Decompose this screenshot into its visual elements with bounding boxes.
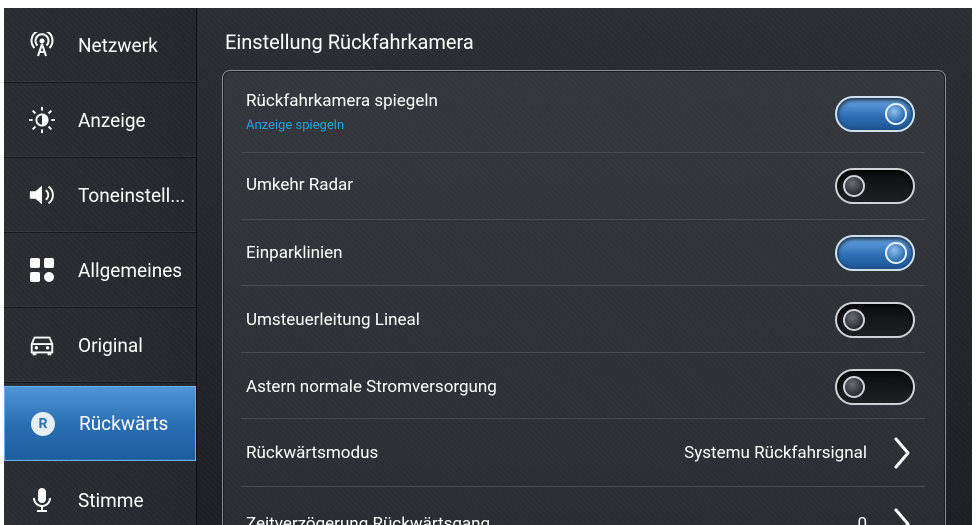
setting-row-mirror-camera[interactable]: Rückfahrkamera spiegeln Anzeige spiegeln [241, 73, 925, 153]
setting-subtitle: Anzeige spiegeln [246, 118, 345, 133]
toggle-knob [843, 376, 865, 398]
sidebar-item-allgemeines[interactable]: Allgemeines [4, 233, 196, 308]
setting-row-reverse-delay[interactable]: Zeitverzögerung Rückwärtsgang 0 [241, 487, 925, 525]
toggle-switch-off[interactable] [835, 168, 915, 204]
sidebar-item-rueckwaerts[interactable]: R Rückwärts [4, 386, 196, 461]
sidebar-item-original[interactable]: Original [4, 308, 196, 383]
sidebar-item-stimme[interactable]: Stimme [4, 463, 196, 525]
setting-row-reverse-mode[interactable]: Rückwärtsmodus Systemu Rückfahrsignal [241, 419, 925, 487]
setting-value: Systemu Rückfahrsignal [684, 443, 867, 463]
microphone-icon [28, 486, 56, 514]
setting-title: Zeitverzögerung Rückwärtsgang [246, 514, 491, 525]
setting-title: Einparklinien [246, 243, 343, 263]
chevron-right-icon[interactable] [891, 436, 913, 470]
toggle-switch-off[interactable] [835, 369, 915, 405]
setting-row-reverse-radar[interactable]: Umkehr Radar [241, 153, 925, 220]
toggle-knob [885, 242, 907, 264]
setting-row-power-supply[interactable]: Astern normale Stromversorgung [241, 353, 925, 419]
toggle-knob [843, 309, 865, 331]
setting-title: Umsteuerleitung Lineal [246, 310, 420, 330]
setting-row-parking-lines[interactable]: Einparklinien [241, 220, 925, 286]
setting-title: Umkehr Radar [246, 175, 354, 195]
sidebar-item-label: Allgemeines [78, 258, 183, 282]
sidebar-item-label: Toneinstell... [78, 183, 186, 207]
settings-panel: Rückfahrkamera spiegeln Anzeige spiegeln… [222, 70, 946, 525]
sidebar-item-label: Stimme [78, 488, 144, 512]
sidebar-item-toneinstellungen[interactable]: Toneinstell... [4, 158, 196, 233]
toggle-knob [885, 103, 907, 125]
sidebar-item-label: Netzwerk [78, 33, 158, 57]
sidebar-item-label: Anzeige [78, 108, 146, 132]
brightness-icon [28, 106, 56, 134]
toggle-switch-on[interactable] [835, 235, 915, 271]
toggle-switch-on[interactable] [835, 96, 915, 132]
sidebar-item-netzwerk[interactable]: Netzwerk [4, 8, 196, 83]
setting-value: 0 [857, 514, 867, 525]
toggle-switch-off[interactable] [835, 302, 915, 338]
reverse-r-icon: R [29, 410, 57, 438]
page-title: Einstellung Rückfahrkamera [225, 30, 474, 54]
setting-title: Rückwärtsmodus [246, 443, 379, 463]
sidebar-item-anzeige[interactable]: Anzeige [4, 83, 196, 158]
speaker-icon [28, 181, 56, 209]
sidebar-item-label: Rückwärts [79, 412, 169, 435]
car-icon [28, 331, 56, 359]
toggle-knob [843, 175, 865, 197]
chevron-right-icon[interactable] [891, 507, 913, 525]
setting-title: Rückfahrkamera spiegeln [246, 91, 438, 111]
apps-grid-icon [28, 256, 56, 284]
sidebar-item-label: Original [78, 333, 143, 357]
setting-row-reverse-ruler[interactable]: Umsteuerleitung Lineal [241, 286, 925, 353]
screen: Netzwerk Anzeige Toneinstell... Allgemei… [4, 8, 972, 525]
setting-title: Astern normale Stromversorgung [246, 377, 497, 397]
wireless-icon [28, 31, 56, 59]
sidebar: Netzwerk Anzeige Toneinstell... Allgemei… [4, 8, 197, 525]
